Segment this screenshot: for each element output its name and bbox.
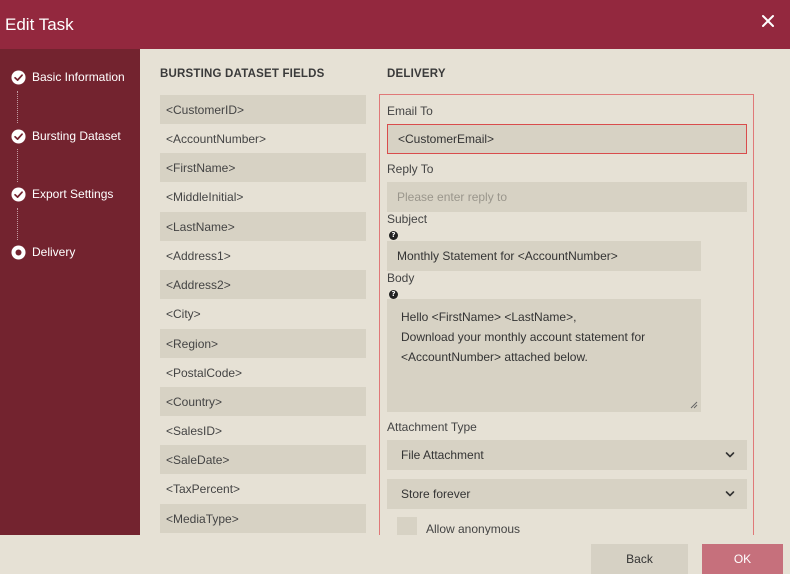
field-item[interactable]: <City> (160, 299, 366, 328)
field-item[interactable]: <SalesID> (160, 416, 366, 445)
subject-input[interactable]: Monthly Statement for <AccountNumber> (387, 241, 701, 271)
check-circle-icon (11, 128, 26, 144)
allow-anonymous-label: Allow anonymous (426, 522, 521, 536)
allow-anonymous-checkbox[interactable] (397, 517, 417, 535)
bursting-fields-panel: BURSTING DATASET FIELDS <CustomerID> <Ac… (140, 49, 374, 535)
reply-to-placeholder: Please enter reply to (397, 190, 508, 204)
email-to-value: <CustomerEmail> (398, 132, 495, 146)
resize-grip-icon[interactable] (690, 401, 698, 409)
step-label: Export Settings (32, 187, 114, 201)
email-to-input[interactable]: <CustomerEmail> (387, 124, 747, 154)
dialog-title: Edit Task (5, 15, 74, 34)
fields-heading: BURSTING DATASET FIELDS (160, 68, 325, 80)
field-item[interactable]: <MiddleInitial> (160, 182, 366, 211)
chevron-down-icon (725, 452, 735, 458)
step-label: Delivery (32, 245, 76, 259)
step-connector (17, 208, 18, 240)
field-item[interactable]: <SaleDate> (160, 445, 366, 474)
field-item[interactable]: <Address2> (160, 270, 366, 299)
attachment-type-value: File Attachment (401, 448, 484, 462)
step-label: Bursting Dataset (32, 129, 121, 143)
field-item[interactable]: <Region> (160, 329, 366, 358)
step-bursting-dataset[interactable]: Bursting Dataset (11, 126, 121, 146)
body-line: <AccountNumber> attached below. (401, 350, 588, 364)
wizard-steps: Basic Information Bursting Dataset Expor… (0, 49, 140, 535)
field-item[interactable]: <FirstName> (160, 153, 366, 182)
attachment-type-label: Attachment Type (387, 420, 477, 434)
field-item[interactable]: <LastName> (160, 212, 366, 241)
back-button[interactable]: Back (591, 544, 688, 574)
email-to-label: Email To (387, 104, 433, 118)
field-item[interactable]: <TaxPercent> (160, 474, 366, 503)
step-delivery[interactable]: Delivery (11, 242, 75, 262)
radio-dot-icon (11, 244, 26, 260)
delivery-form: Email To <CustomerEmail> Reply To Please… (379, 94, 754, 537)
body-line: Hello <FirstName> <LastName>, (401, 310, 577, 324)
field-item[interactable]: <MediaType> (160, 504, 366, 533)
step-connector (17, 149, 18, 182)
dialog-titlebar: Edit Task (0, 0, 790, 49)
chevron-down-icon (725, 491, 735, 497)
question-circle-icon[interactable]: ? (389, 231, 398, 240)
field-item[interactable]: <Country> (160, 387, 366, 416)
close-icon[interactable] (760, 13, 776, 29)
field-item[interactable]: <AccountNumber> (160, 124, 366, 153)
body-textarea[interactable]: Hello <FirstName> <LastName>, Download y… (387, 299, 701, 412)
step-label: Basic Information (32, 70, 125, 84)
field-item[interactable]: <CustomerID> (160, 95, 366, 124)
subject-label: Subject (387, 212, 428, 226)
storage-select[interactable]: Store forever (387, 479, 747, 509)
body-label: Body (387, 271, 415, 285)
step-basic-information[interactable]: Basic Information (11, 67, 125, 87)
field-item[interactable]: <PostalCode> (160, 358, 366, 387)
step-export-settings[interactable]: Export Settings (11, 184, 113, 204)
field-item[interactable]: <Address1> (160, 241, 366, 270)
subject-value: Monthly Statement for <AccountNumber> (397, 249, 618, 263)
step-connector (17, 91, 18, 123)
question-circle-icon[interactable]: ? (389, 290, 398, 299)
delivery-heading: DELIVERY (387, 68, 446, 80)
body-line: Download your monthly account statement … (401, 330, 646, 344)
attachment-type-select[interactable]: File Attachment (387, 440, 747, 470)
storage-value: Store forever (401, 487, 471, 501)
check-circle-icon (11, 69, 26, 85)
reply-to-input[interactable]: Please enter reply to (387, 182, 747, 212)
ok-button[interactable]: OK (702, 544, 783, 574)
check-circle-icon (11, 186, 26, 202)
reply-to-label: Reply To (387, 162, 434, 176)
